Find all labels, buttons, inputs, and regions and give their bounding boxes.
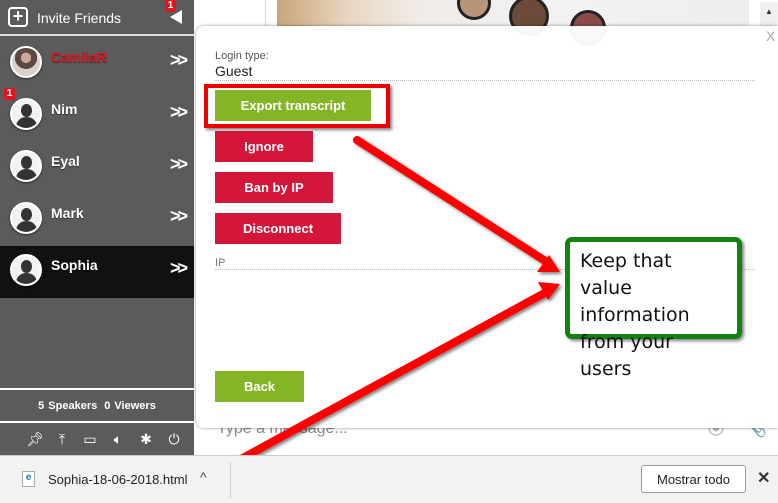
chevron-right-icon[interactable]: >> xyxy=(170,206,188,227)
header-banner-image xyxy=(277,0,749,46)
chevron-up-icon[interactable]: ^ xyxy=(200,469,207,485)
invite-friends-label: Invite Friends xyxy=(37,10,122,26)
scroll-up-button[interactable]: ▲ xyxy=(760,2,778,26)
upload-icon[interactable]: ⤒ xyxy=(55,431,70,448)
chevron-right-icon[interactable]: >> xyxy=(170,102,188,123)
chevron-right-icon[interactable]: >> xyxy=(170,258,188,279)
user-item[interactable]: Mark >> xyxy=(0,194,194,246)
notification-badge: 1 xyxy=(4,88,15,100)
sidebar: + Invite Friends 1 CamilaR >> 1 Nim >> E… xyxy=(0,0,194,455)
volume-icon[interactable]: 🔈︎ xyxy=(111,431,126,448)
divider xyxy=(230,462,231,498)
speakers-count: 5 xyxy=(38,400,45,412)
close-icon[interactable]: X xyxy=(766,28,775,44)
ip-label: IP xyxy=(215,257,226,269)
ban-by-ip-button[interactable]: Ban by IP xyxy=(215,172,333,203)
avatar xyxy=(10,254,42,286)
user-name: Eyal xyxy=(51,153,80,169)
highlight-box-export xyxy=(204,84,390,128)
window-icon[interactable]: ▭ xyxy=(83,431,98,448)
disconnect-button[interactable]: Disconnect xyxy=(215,213,341,244)
collapse-icon[interactable] xyxy=(170,10,182,24)
user-name: Nim xyxy=(51,101,78,117)
app-root: ▲ Type a message... 📎 + Invite Friends 1… xyxy=(0,0,778,503)
chevron-right-icon[interactable]: >> xyxy=(170,50,188,71)
show-all-button[interactable]: Mostrar todo xyxy=(641,465,746,493)
avatar xyxy=(10,150,42,182)
user-item[interactable]: CamilaR >> xyxy=(0,38,194,90)
pin-icon[interactable]: 📌︎ xyxy=(27,431,45,448)
settings-icon[interactable]: ✱ xyxy=(139,431,154,448)
divider xyxy=(215,80,755,81)
login-type-label: Login type: xyxy=(215,50,269,62)
login-type-value: Guest xyxy=(215,63,253,79)
avatar xyxy=(10,46,42,78)
download-item[interactable]: e Sophia-18-06-2018.html ^ xyxy=(16,466,228,496)
user-item-active[interactable]: Sophia >> xyxy=(0,246,194,298)
user-item[interactable]: 1 Nim >> xyxy=(0,88,194,142)
notification-badge: 1 xyxy=(165,0,176,12)
callout-note: Keep that value information from your us… xyxy=(565,237,742,380)
back-button[interactable]: Back xyxy=(215,371,304,402)
download-file-name: Sophia-18-06-2018.html xyxy=(48,472,188,487)
audience-counts: 5 Speakers 0 Viewers xyxy=(0,388,194,423)
speakers-label: Speakers xyxy=(48,400,98,412)
invite-friends-button[interactable]: + Invite Friends 1 xyxy=(0,0,194,36)
viewers-label: Viewers xyxy=(114,400,156,412)
user-item[interactable]: Eyal >> xyxy=(0,142,194,194)
avatar xyxy=(10,202,42,234)
user-name: Sophia xyxy=(51,257,98,273)
viewers-count: 0 xyxy=(104,400,111,412)
html-file-icon: e xyxy=(22,471,35,487)
ignore-button[interactable]: Ignore xyxy=(215,131,313,162)
power-icon[interactable]: ⏻ xyxy=(167,431,182,448)
avatar xyxy=(10,98,42,130)
user-name: CamilaR xyxy=(51,49,108,65)
plus-icon: + xyxy=(8,7,28,27)
toolbar: 📌︎ ⤒ ▭ 🔈︎ ✱ ⏻ xyxy=(0,423,194,455)
close-icon[interactable]: ✕ xyxy=(757,468,770,488)
user-name: Mark xyxy=(51,205,84,221)
chevron-right-icon[interactable]: >> xyxy=(170,154,188,175)
